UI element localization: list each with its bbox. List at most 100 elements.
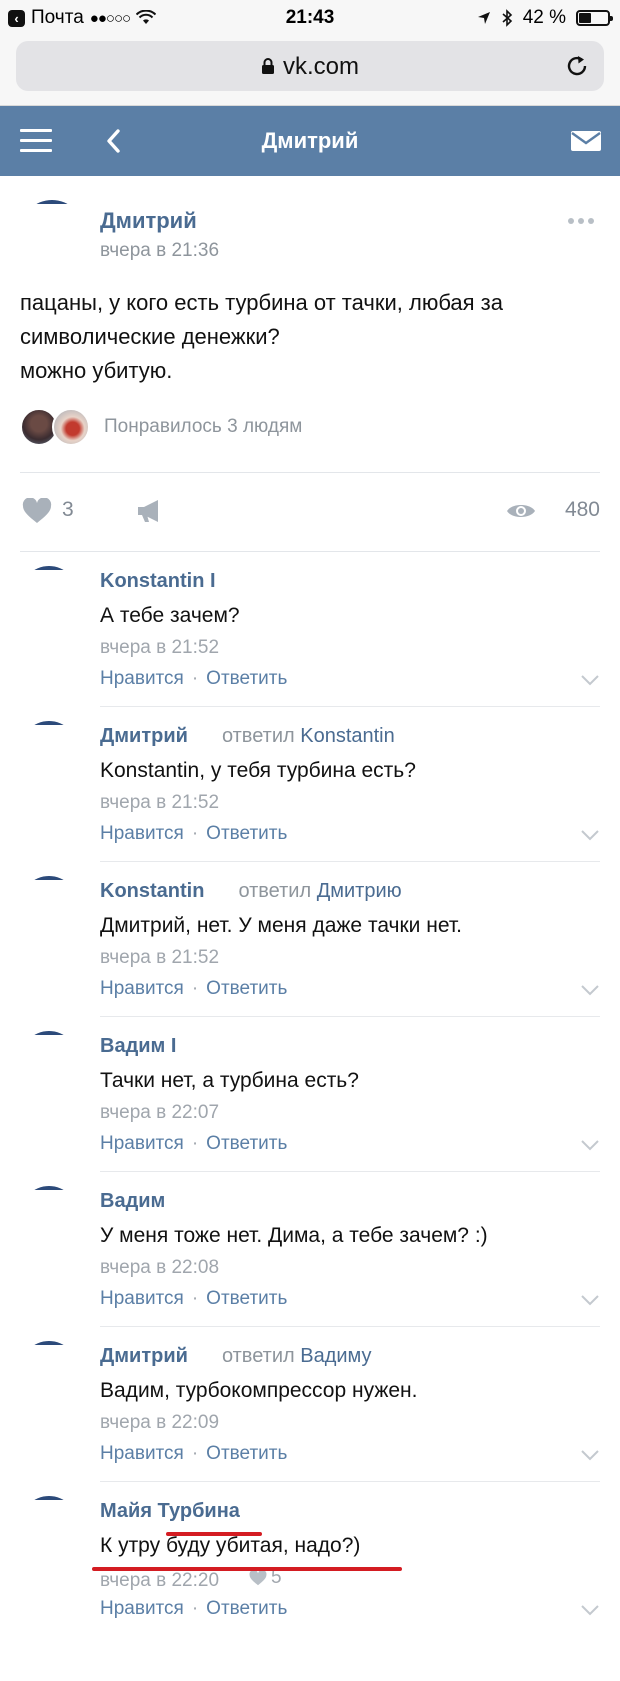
comment-header: Дмитрий ответил Konstantin [100,725,395,748]
post-author-avatar[interactable] [20,200,84,264]
share-megaphone-icon[interactable] [136,498,166,524]
comment-text: Тачки нет, а турбина есть? [100,1069,359,1092]
highlight-underline [166,1532,262,1536]
comment-header: Konstantin I [100,570,216,593]
separator: · [191,1443,199,1464]
reply-target[interactable]: Дмитрию [317,880,402,902]
liked-by-text[interactable]: Понравилось 3 людям [104,416,302,438]
comment-avatar[interactable] [20,1031,78,1089]
reply-link[interactable]: Ответить [206,823,287,844]
comment-item: Дмитрий ответил Вадиму Вадим, турбокомпрес… [0,1327,620,1482]
comment-date: вчера в 21:52 [100,947,219,969]
reply-link[interactable]: Ответить [206,1288,287,1309]
comment-date-text[interactable]: вчера в 22:09 [100,1412,219,1433]
post-date[interactable]: вчера в 21:36 [100,240,219,262]
heart-icon [249,1570,267,1586]
like-link[interactable]: Нравится [100,1133,184,1154]
comment-text: А тебе зачем? [100,604,240,627]
reply-link[interactable]: Ответить [206,668,287,689]
comment-actions: Нравится · Ответить [100,1443,287,1465]
comment-date-text[interactable]: вчера в 21:52 [100,947,219,968]
separator: · [191,823,199,844]
chevron-down-icon[interactable] [580,829,600,841]
status-bar: ‹ Почта ●●○○○ 21:43 42 % [0,0,620,36]
post-actions: 3 480 [0,486,620,536]
comment-avatar[interactable] [20,1341,78,1399]
chevron-down-icon[interactable] [580,1449,600,1461]
chevron-down-icon[interactable] [580,1139,600,1151]
separator: · [191,1288,199,1309]
like-link[interactable]: Нравится [100,823,184,844]
comment-date-text[interactable]: вчера в 22:08 [100,1257,219,1278]
separator: · [191,668,199,689]
url-text: vk.com [282,53,359,80]
chevron-down-icon[interactable] [580,674,600,686]
like-heart-icon[interactable] [22,498,52,524]
reload-icon[interactable] [564,53,590,79]
like-count[interactable]: 3 [62,498,74,522]
comment-header: Майя Турбина [100,1500,240,1523]
reply-link[interactable]: Ответить [206,1133,287,1154]
comment-author[interactable]: Konstantin I [100,570,216,592]
reply-target[interactable]: Konstantin [300,725,395,747]
like-link[interactable]: Нравится [100,1443,184,1464]
comment-date-text[interactable]: вчера в 21:52 [100,792,219,813]
post-text-line: пацаны, у кого есть турбина от тачки, лю… [20,290,504,315]
comment-date-text[interactable]: вчера в 22:07 [100,1102,219,1123]
like-link[interactable]: Нравится [100,978,184,999]
comment-avatar[interactable] [20,1496,78,1554]
chevron-down-icon[interactable] [580,984,600,996]
more-options-icon[interactable] [568,218,594,224]
comment-author[interactable]: Konstantin [100,880,204,902]
post-text-line: символические денежки? [20,324,280,349]
views-eye-icon [507,505,535,517]
comment-date-text[interactable]: вчера в 22:20 [100,1570,219,1591]
comment-author[interactable]: Дмитрий [100,1345,188,1367]
battery-percent: 42 % [522,7,566,28]
like-link[interactable]: Нравится [100,1598,184,1619]
highlight-underline [92,1567,402,1571]
liker-avatar[interactable] [52,408,90,446]
comment-text: Вадим, турбокомпрессор нужен. [100,1379,418,1402]
comment-avatar[interactable] [20,721,78,779]
comment-avatar[interactable] [20,1186,78,1244]
comment-date: вчера в 21:52 [100,637,219,659]
comment-actions: Нравится · Ответить [100,978,287,1000]
separator: · [191,1133,199,1154]
comment-date-text[interactable]: вчера в 21:52 [100,637,219,658]
comment-avatar[interactable] [20,876,78,934]
like-link[interactable]: Нравится [100,1288,184,1309]
post-author-name[interactable]: Дмитрий [100,208,197,234]
address-bar[interactable]: vk.com [16,41,604,91]
reply-target[interactable]: Вадиму [300,1345,371,1367]
battery-icon [576,10,613,26]
location-icon [477,12,490,24]
post-text-line: можно убитую. [20,358,173,383]
separator: · [191,1598,199,1619]
reply-info: ответил Дмитрию [238,880,401,902]
comment-author[interactable]: Вадим [100,1190,165,1212]
comment-item: Майя Турбина К утру буду убитая, надо?) вч… [0,1482,620,1637]
separator: · [191,978,199,999]
message-icon[interactable] [570,130,602,152]
liked-by[interactable]: Понравилось 3 людям [20,408,302,446]
comment-author[interactable]: Дмитрий [100,725,188,747]
divider [20,472,600,473]
page-title: Дмитрий [261,128,359,153]
comment-item: Konstantin I А тебе зачем? вчера в 21:52 Нр… [0,552,620,707]
reply-link[interactable]: Ответить [206,978,287,999]
comment-author[interactable]: Майя Турбина [100,1500,240,1522]
reply-link[interactable]: Ответить [206,1443,287,1464]
reply-link[interactable]: Ответить [206,1598,287,1619]
like-link[interactable]: Нравится [100,668,184,689]
reply-info: ответил Konstantin [222,725,395,747]
chevron-down-icon[interactable] [580,1604,600,1616]
chevron-down-icon[interactable] [580,1294,600,1306]
reply-info: ответил Вадиму [222,1345,372,1367]
comment-author[interactable]: Вадим I [100,1035,176,1057]
comment-avatar[interactable] [20,566,78,624]
comment-item: Дмитрий ответил Konstantin Konstantin, у т… [0,707,620,862]
comment-actions: Нравится · Ответить [100,1598,287,1620]
view-count: 480 [564,498,600,521]
comment-header: Дмитрий ответил Вадиму [100,1345,372,1368]
